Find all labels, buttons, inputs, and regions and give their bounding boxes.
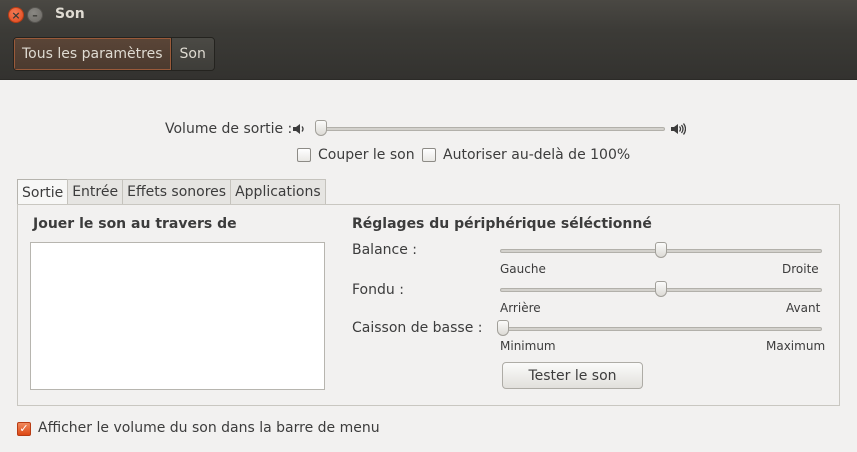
show-volume-label: Afficher le volume du son dans la barre …: [38, 420, 380, 436]
balance-label: Balance :: [352, 242, 418, 258]
volume-high-icon: [671, 123, 686, 135]
title-bar: × – Son: [0, 0, 857, 30]
fade-right-label: Avant: [786, 301, 821, 315]
window-title: Son: [55, 6, 85, 22]
mute-checkbox[interactable]: [297, 148, 311, 162]
tab-sortie[interactable]: Sortie: [17, 179, 69, 205]
subwoofer-slider-handle[interactable]: [497, 320, 509, 336]
fade-label: Fondu :: [352, 282, 404, 298]
tab-effets-sonores[interactable]: Effets sonores: [122, 179, 232, 204]
close-icon[interactable]: ×: [8, 7, 24, 23]
subwoofer-slider[interactable]: [500, 327, 822, 331]
balance-left-label: Gauche: [500, 262, 546, 276]
output-volume-slider-handle[interactable]: [315, 120, 327, 136]
subwoofer-left-label: Minimum: [500, 339, 556, 353]
mute-label: Couper le son: [318, 147, 415, 163]
tab-applications[interactable]: Applications: [230, 179, 326, 204]
toolbar: Tous les paramètres Son: [0, 30, 857, 80]
balance-slider-handle[interactable]: [655, 242, 667, 258]
volume-low-icon: [293, 124, 304, 134]
allow-above-100-checkbox[interactable]: [422, 148, 436, 162]
fade-slider-handle[interactable]: [655, 281, 667, 297]
allow-above-100-label: Autoriser au-delà de 100%: [443, 147, 631, 163]
device-settings-title: Réglages du périphérique séléctionné: [352, 216, 652, 232]
output-volume-slider[interactable]: [318, 127, 665, 131]
play-through-label: Jouer le son au travers de: [33, 216, 237, 232]
show-volume-checkbox[interactable]: ✓: [17, 422, 31, 436]
subwoofer-label: Caisson de basse :: [352, 320, 483, 336]
main-content: Volume de sortie : Couper le son Autoris…: [0, 80, 857, 452]
test-sound-button[interactable]: Tester le son: [502, 362, 643, 389]
breadcrumb-current[interactable]: Son: [171, 38, 214, 70]
tab-bar: Sortie Entrée Effets sonores Application…: [17, 179, 326, 205]
breadcrumb: Tous les paramètres Son: [13, 37, 215, 71]
subwoofer-right-label: Maximum: [766, 339, 826, 353]
minimize-icon[interactable]: –: [27, 7, 43, 23]
output-volume-label: Volume de sortie :: [165, 121, 293, 137]
tab-entree[interactable]: Entrée: [67, 179, 124, 204]
output-device-list[interactable]: [30, 242, 325, 390]
fade-left-label: Arrière: [500, 301, 541, 315]
balance-right-label: Droite: [782, 262, 819, 276]
all-settings-button[interactable]: Tous les paramètres: [14, 38, 172, 70]
